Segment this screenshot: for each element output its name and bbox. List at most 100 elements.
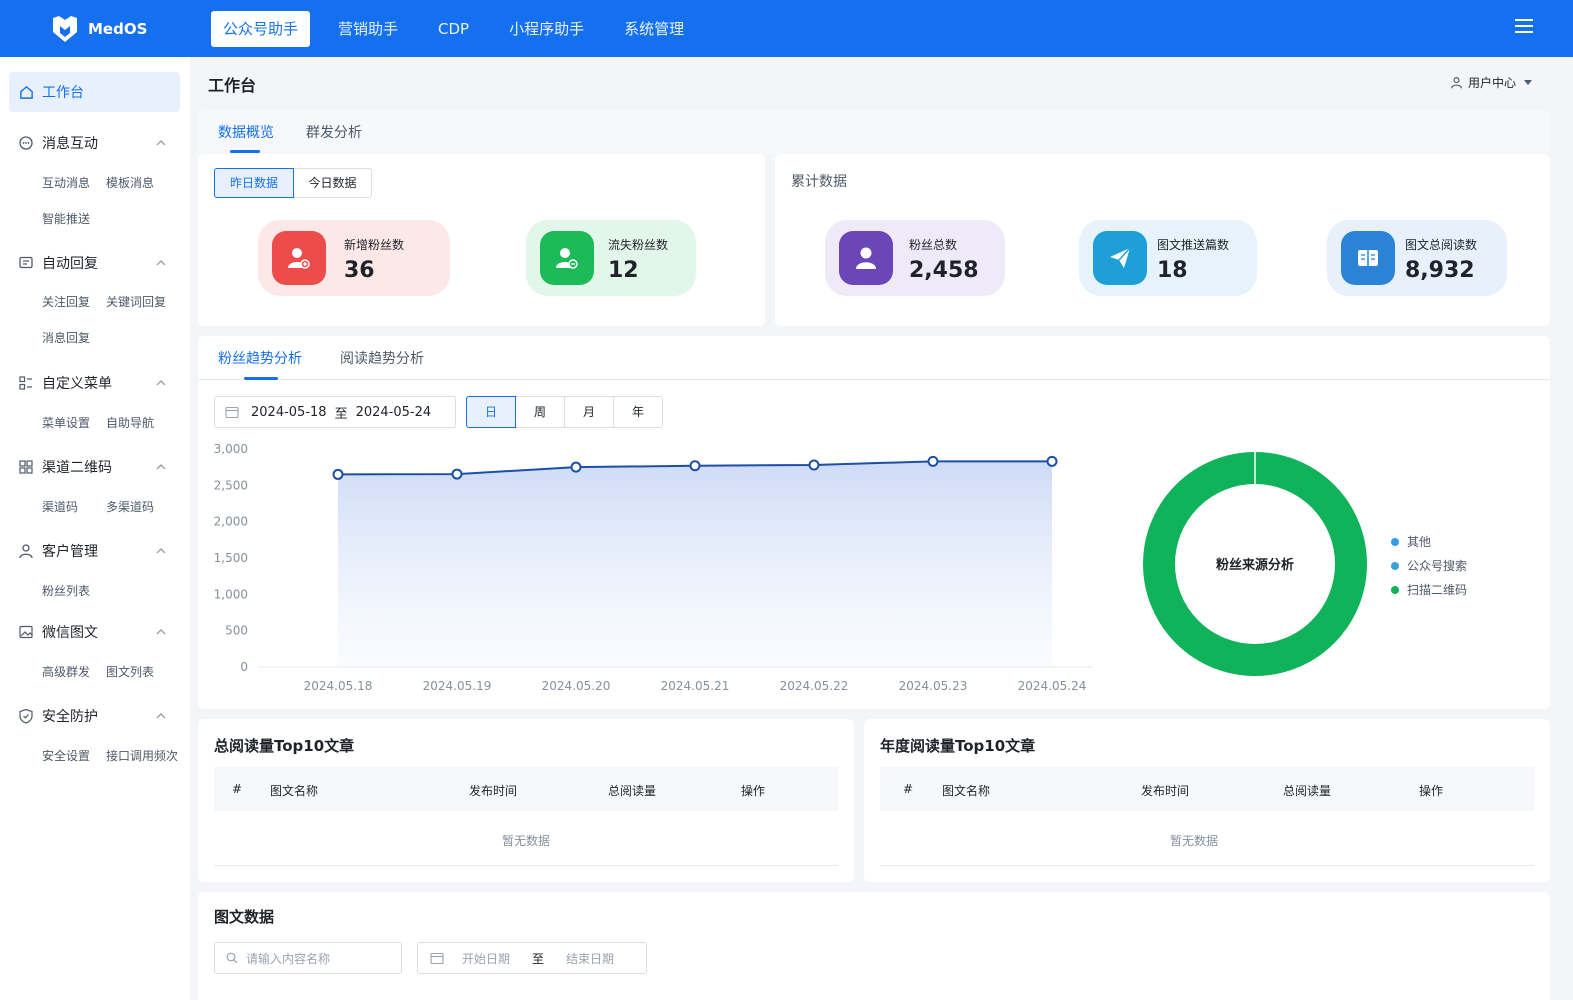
chevron-up-icon — [156, 464, 166, 470]
sidebar-group-header[interactable]: 自动回复 — [0, 248, 190, 278]
sidebar-group-title: 自定义菜单 — [42, 376, 112, 392]
y-tick-label: 2,500 — [214, 478, 248, 492]
cumulative-data-card: 累计数据 粉丝总数 2,458 图文推送篇数 18 图文总阅读数 8,932 — [775, 154, 1550, 326]
hamburger-menu-icon[interactable] — [1515, 19, 1533, 35]
legend-dot — [1391, 537, 1399, 546]
trend-date-range[interactable]: 2024-05-18 至 2024-05-24 — [214, 396, 456, 428]
chevron-up-icon — [156, 629, 166, 635]
app-name: MedOS — [88, 19, 148, 38]
sidebar-item-workbench[interactable]: 工作台 — [9, 72, 180, 112]
y-tick-label: 1,000 — [214, 587, 248, 601]
article-date-range[interactable]: 开始日期 至 结束日期 — [417, 942, 647, 974]
sidebar-item-menu-settings[interactable]: 菜单设置 — [42, 405, 106, 441]
sidebar-group-header[interactable]: 消息互动 — [0, 128, 190, 158]
sidebar-group-title: 安全防护 — [42, 709, 98, 725]
range-separator: 至 — [532, 951, 545, 966]
user-center-dropdown[interactable]: 用户中心 — [1450, 74, 1533, 91]
sidebar-group-title: 自动回复 — [42, 256, 98, 272]
sidebar-item-multi-channel-code[interactable]: 多渠道码 — [106, 489, 170, 525]
fan-source-donut: 粉丝来源分析 — [1143, 452, 1367, 676]
legend-item-account-search[interactable]: 公众号搜索 — [1391, 557, 1467, 574]
sidebar-group-header[interactable]: 安全防护 — [0, 701, 190, 731]
top-tab-system[interactable]: 系统管理 — [612, 11, 696, 47]
column-header-publish-time: 发布时间 — [1141, 784, 1190, 798]
content-search-input[interactable]: 请输入内容名称 — [214, 942, 402, 974]
yesterday-data-button[interactable]: 昨日数据 — [214, 168, 294, 198]
sidebar-item-article-list[interactable]: 图文列表 — [106, 654, 170, 690]
legend-dot — [1391, 585, 1399, 594]
period-month-button[interactable]: 月 — [565, 396, 614, 428]
user-add-icon — [272, 231, 326, 285]
section-title: 图文数据 — [214, 908, 275, 926]
legend-item-other[interactable]: 其他 — [1391, 533, 1431, 550]
period-week-button[interactable]: 周 — [516, 396, 565, 428]
app-logo[interactable]: MedOS — [50, 14, 210, 44]
tab-fan-trend[interactable]: 粉丝趋势分析 — [218, 348, 302, 368]
trend-data-point[interactable] — [451, 468, 463, 480]
column-header-name: 图文名称 — [270, 784, 319, 798]
period-day-button[interactable]: 日 — [466, 396, 516, 428]
sidebar-item-mass-send[interactable]: 高级群发 — [42, 654, 106, 690]
sidebar-group-header[interactable]: 自定义菜单 — [0, 368, 190, 398]
empty-state: 暂无数据 — [502, 834, 551, 848]
sidebar-group-title: 消息互动 — [42, 136, 98, 152]
sidebar-item-fan-list[interactable]: 粉丝列表 — [42, 573, 106, 609]
stat-value: 36 — [344, 258, 375, 283]
tab-data-overview[interactable]: 数据概览 — [218, 122, 274, 142]
tab-read-trend[interactable]: 阅读趋势分析 — [340, 348, 424, 368]
sidebar-group-header[interactable]: 渠道二维码 — [0, 452, 190, 482]
y-tick-label: 2,000 — [214, 515, 248, 529]
logo-icon — [53, 15, 77, 42]
sidebar-item-api-rate[interactable]: 接口调用频次 — [106, 738, 186, 774]
table-title: 总阅读量Top10文章 — [214, 737, 355, 755]
sidebar-item-channel-code[interactable]: 渠道码 — [42, 489, 106, 525]
trend-data-point[interactable] — [689, 460, 701, 472]
shield-icon — [19, 708, 33, 724]
calendar-icon — [430, 952, 444, 965]
top-tab-official-account[interactable]: 公众号助手 — [211, 10, 311, 47]
legend-item-qr-scan[interactable]: 扫描二维码 — [1391, 581, 1467, 598]
caret-down-icon — [1524, 80, 1533, 85]
sidebar-group-header[interactable]: 客户管理 — [0, 536, 190, 566]
top10-total-reads-card: 总阅读量Top10文章 # 图文名称 发布时间 总阅读量 操作 暂无数据 — [198, 719, 854, 882]
column-header-publish-time: 发布时间 — [469, 784, 518, 798]
trend-data-point[interactable] — [927, 455, 939, 467]
stat-value: 12 — [608, 258, 639, 283]
trend-data-point[interactable] — [1046, 455, 1058, 467]
sidebar-item-security-settings[interactable]: 安全设置 — [42, 738, 106, 774]
tab-mass-analysis[interactable]: 群发分析 — [306, 122, 362, 142]
search-icon — [226, 952, 238, 964]
sidebar-item-self-nav[interactable]: 自助导航 — [106, 405, 170, 441]
period-year-button[interactable]: 年 — [614, 396, 663, 428]
stat-total-fans: 粉丝总数 2,458 — [825, 220, 1005, 296]
start-date: 2024-05-18 — [251, 404, 327, 420]
top-tab-mini-program[interactable]: 小程序助手 — [497, 11, 596, 47]
cumulative-title: 累计数据 — [791, 174, 847, 190]
sidebar-group-header[interactable]: 微信图文 — [0, 617, 190, 647]
table-divider — [880, 865, 1534, 866]
today-data-button[interactable]: 今日数据 — [294, 168, 372, 198]
donut-title: 粉丝来源分析 — [1216, 557, 1294, 573]
chat-icon — [19, 136, 33, 150]
home-icon — [20, 85, 33, 99]
sidebar-item-follow-reply[interactable]: 关注回复 — [42, 284, 106, 320]
top-tab-marketing[interactable]: 营销助手 — [326, 11, 410, 47]
chevron-up-icon — [156, 548, 166, 554]
sidebar-item-template-msg[interactable]: 模板消息 — [106, 165, 170, 201]
sidebar-item-smart-push[interactable]: 智能推送 — [42, 201, 106, 237]
x-tick-label: 2024.05.18 — [304, 679, 373, 693]
y-tick-label: 1,500 — [214, 551, 248, 565]
sidebar: 工作台 消息互动 互动消息 模板消息 智能推送 自动回复 关注回复 关键词回复 … — [0, 57, 190, 1000]
sidebar-item-keyword-reply[interactable]: 关键词回复 — [106, 284, 186, 320]
calendar-icon — [225, 406, 239, 419]
legend-label: 其他 — [1407, 535, 1432, 549]
sidebar-item-message-reply[interactable]: 消息回复 — [42, 320, 106, 356]
trend-data-point[interactable] — [808, 459, 820, 471]
trend-data-point[interactable] — [570, 461, 582, 473]
sidebar-item-interactive-msg[interactable]: 互动消息 — [42, 165, 106, 201]
table-title: 年度阅读量Top10文章 — [880, 737, 1036, 755]
top-tab-cdp[interactable]: CDP — [426, 11, 481, 47]
sidebar-group-customers: 客户管理 粉丝列表 — [0, 536, 190, 609]
trend-data-point[interactable] — [332, 468, 344, 480]
y-tick-label: 500 — [225, 624, 248, 638]
